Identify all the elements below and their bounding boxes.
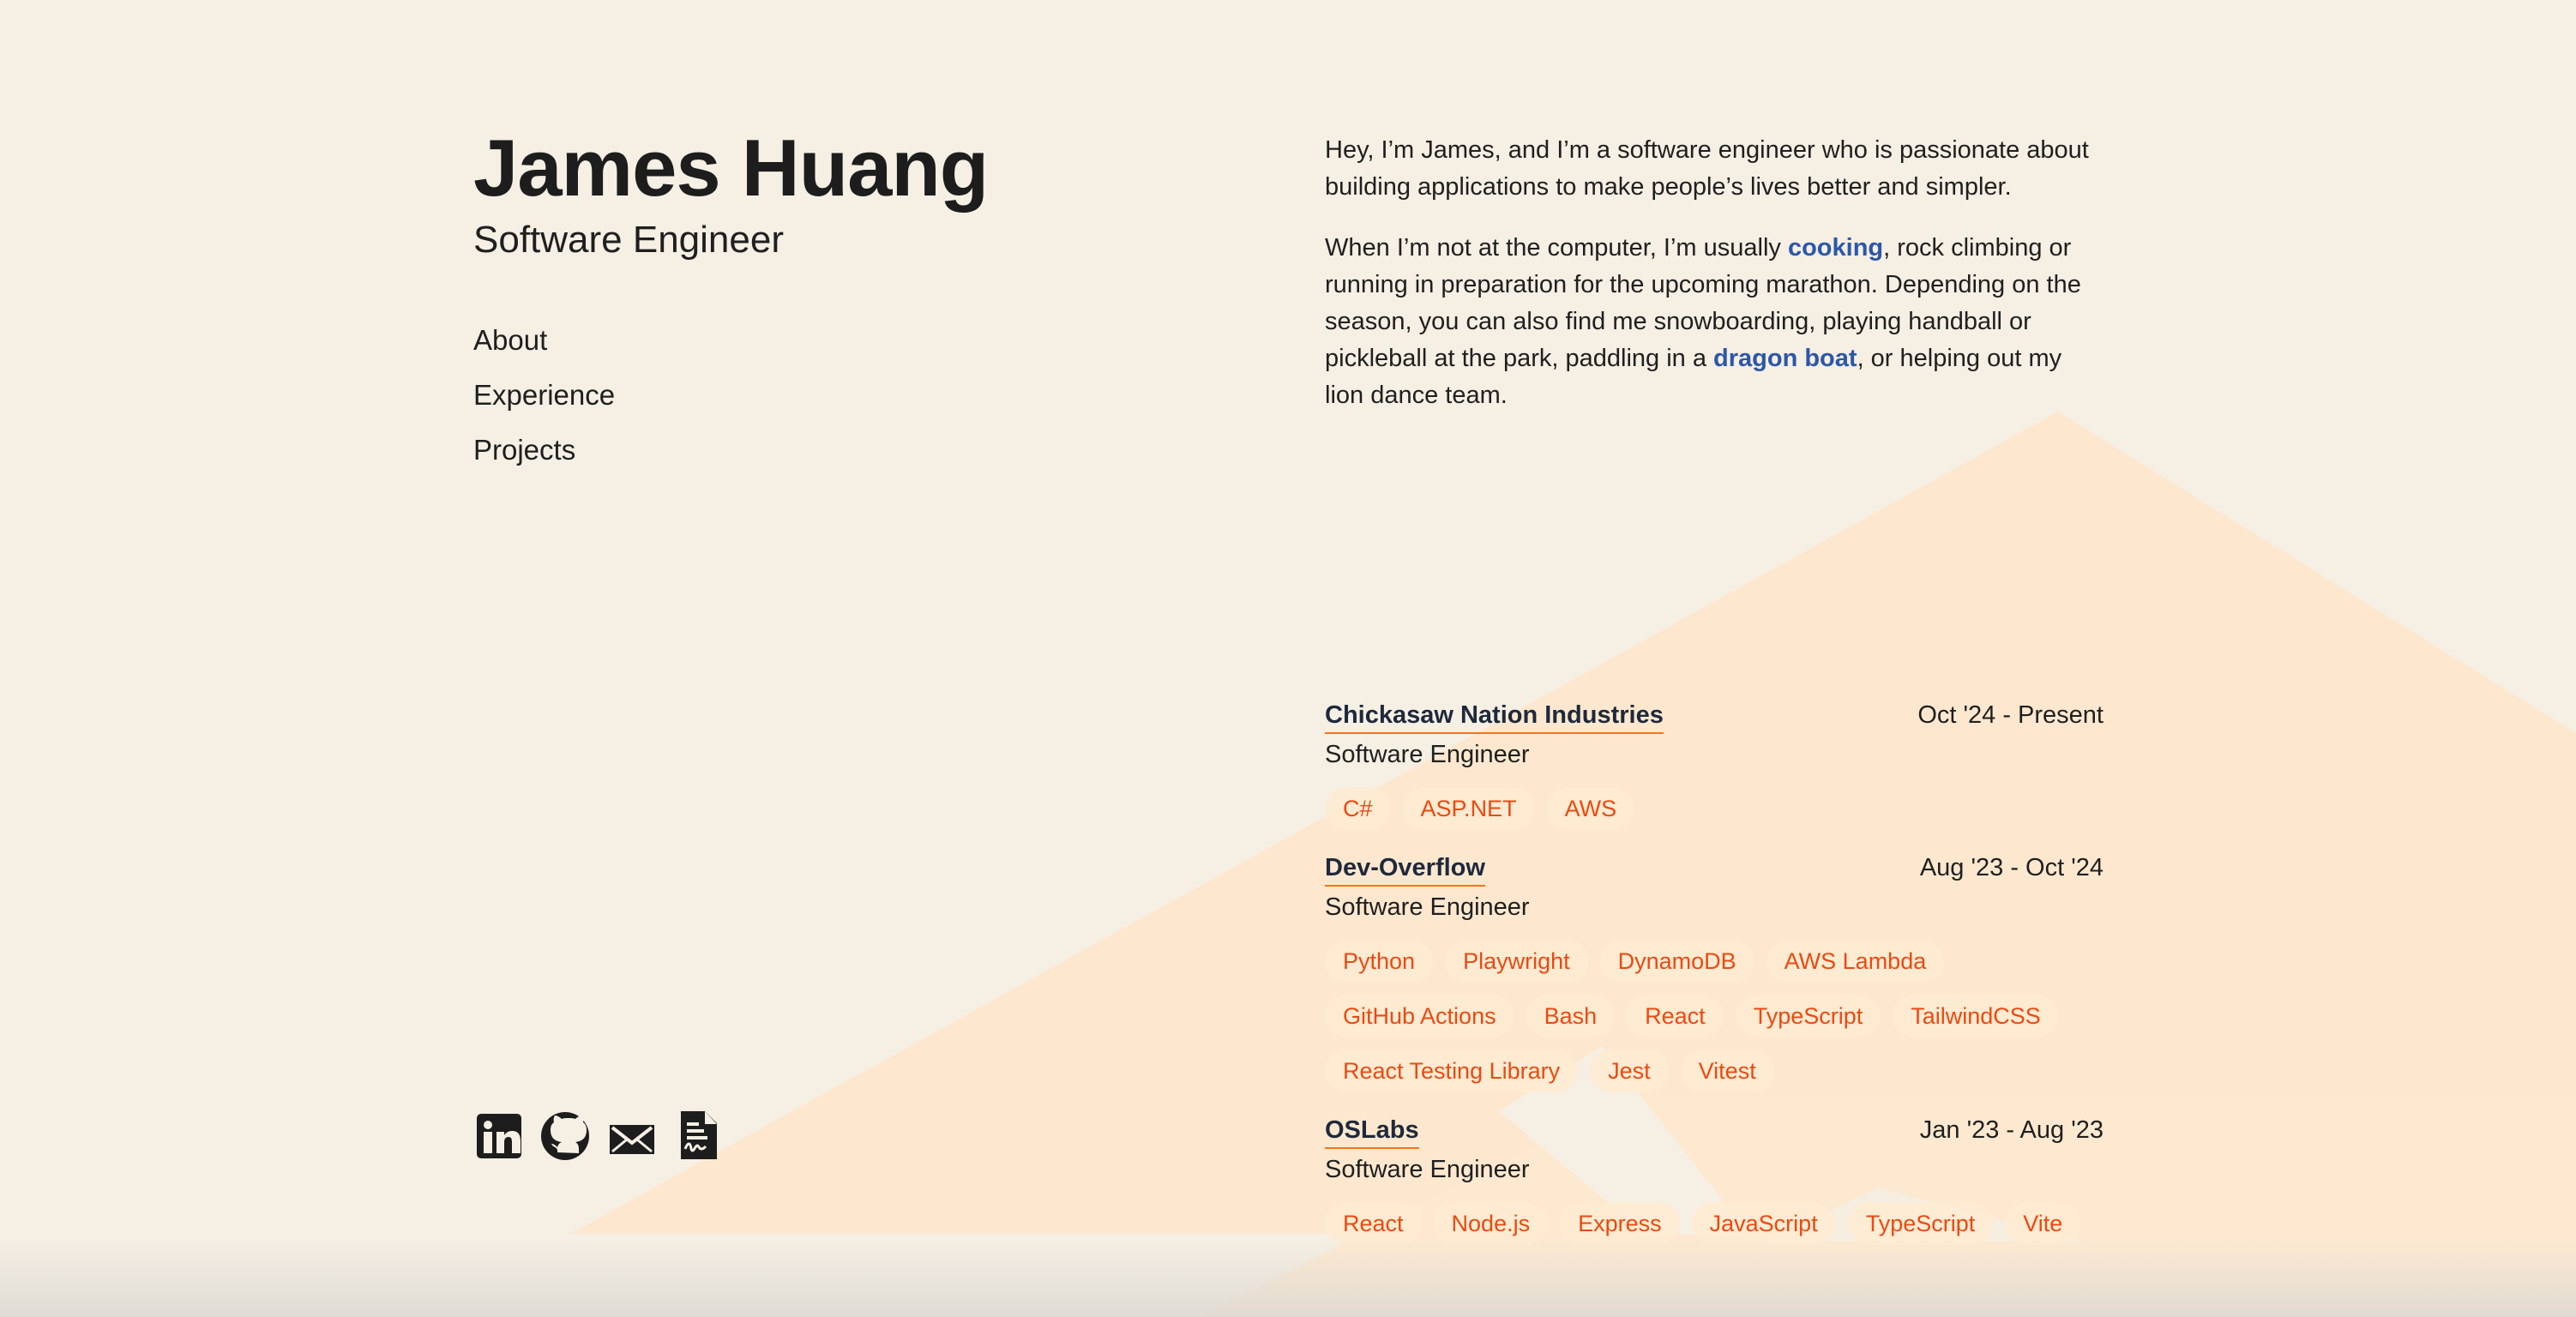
job-title: Software Engineer	[1325, 1156, 1530, 1183]
main-content: Hey, I’m James, and I’m a software engin…	[1325, 132, 2104, 1245]
tech-tag: JavaScript	[1691, 1202, 1836, 1245]
portfolio-page: James Huang Software Engineer About Expe…	[0, 0, 2576, 1317]
profile-name: James Huang	[473, 123, 989, 213]
date-range: Oct '24 - Present	[1917, 701, 2104, 729]
experience-header: Chickasaw Nation Industries Oct '24 - Pr…	[1325, 698, 2104, 734]
github-icon	[541, 1112, 589, 1160]
technology-tags: React Node.js Express JavaScript TypeScr…	[1325, 1202, 2104, 1245]
resume-link[interactable]	[674, 1108, 724, 1163]
linkedin-icon	[477, 1114, 521, 1158]
tech-tag: C#	[1325, 787, 1391, 830]
email-link[interactable]	[607, 1108, 657, 1163]
tech-tag: AWS Lambda	[1766, 940, 1945, 983]
tech-tag: Python	[1325, 940, 1434, 983]
tech-tag: Express	[1560, 1202, 1680, 1245]
tech-tag: DynamoDB	[1599, 940, 1754, 983]
company-link-oslabs[interactable]: OSLabs	[1325, 1113, 1419, 1149]
mail-icon	[610, 1125, 654, 1154]
tech-tag: AWS	[1546, 787, 1635, 830]
company-link-chickasaw[interactable]: Chickasaw Nation Industries	[1325, 698, 1664, 734]
tech-tag: ASP.NET	[1402, 787, 1535, 830]
experience-header: Dev-Overflow Aug '23 - Oct '24	[1325, 851, 2104, 887]
github-link[interactable]	[540, 1108, 590, 1163]
tech-tag: React Testing Library	[1325, 1049, 1579, 1092]
job-title: Software Engineer	[1325, 741, 1530, 768]
tech-tag: Node.js	[1433, 1202, 1549, 1245]
tech-tag: TypeScript	[1847, 1202, 1994, 1245]
experience-header: OSLabs Jan '23 - Aug '23	[1325, 1113, 2104, 1149]
about-hobbies-text-part-1: When I’m not at the computer, I’m usuall…	[1325, 234, 1788, 262]
tech-tag: React	[1627, 995, 1724, 1037]
dragon-boat-link[interactable]: dragon boat	[1713, 345, 1857, 372]
nav-projects-link[interactable]: Projects	[473, 432, 575, 468]
tech-tag: GitHub Actions	[1325, 995, 1514, 1037]
tech-tag: TailwindCSS	[1893, 995, 2059, 1037]
date-range: Aug '23 - Oct '24	[1919, 854, 2104, 881]
about-paragraph-intro: Hey, I’m James, and I’m a software engin…	[1325, 136, 2089, 201]
profile-intro: James Huang Software Engineer About Expe…	[473, 120, 1125, 468]
social-links	[473, 1108, 724, 1163]
tech-tag: TypeScript	[1735, 995, 1881, 1037]
tech-tag: Vite	[2005, 1202, 2081, 1245]
nav-about-link[interactable]: About	[473, 322, 547, 358]
tech-tag: Bash	[1526, 995, 1616, 1037]
tech-tag: Vitest	[1680, 1049, 1774, 1092]
tech-tag: Jest	[1590, 1049, 1669, 1092]
profile-role: Software Engineer	[473, 219, 784, 261]
experience-section: Chickasaw Nation Industries Oct '24 - Pr…	[1325, 698, 2104, 1266]
company-link-dev-overflow[interactable]: Dev-Overflow	[1325, 851, 1485, 887]
experience-item-chickasaw: Chickasaw Nation Industries Oct '24 - Pr…	[1325, 698, 2104, 830]
technology-tags: C# ASP.NET AWS	[1325, 787, 2104, 830]
date-range: Jan '23 - Aug '23	[1919, 1116, 2104, 1144]
tech-tag: Playwright	[1445, 940, 1588, 983]
about-paragraph-hobbies: When I’m not at the computer, I’m usuall…	[1325, 230, 2104, 414]
background-triangles	[570, 412, 2576, 1317]
linkedin-link[interactable]	[473, 1108, 523, 1163]
nav-experience-link[interactable]: Experience	[473, 377, 615, 413]
experience-item-dev-overflow: Dev-Overflow Aug '23 - Oct '24 Software …	[1325, 851, 2104, 1092]
about-section: Hey, I’m James, and I’m a software engin…	[1325, 132, 2104, 414]
experience-item-oslabs: OSLabs Jan '23 - Aug '23 Software Engine…	[1325, 1113, 2104, 1245]
bottom-page-fade	[0, 1238, 2576, 1317]
tech-tag: React	[1325, 1202, 1422, 1245]
cooking-link[interactable]: cooking	[1788, 234, 1883, 262]
resume-file-icon	[681, 1111, 717, 1159]
job-title: Software Engineer	[1325, 893, 1530, 921]
technology-tags: Python Playwright DynamoDB AWS Lambda Gi…	[1325, 940, 2104, 1092]
primary-navigation: About Experience Projects	[473, 322, 1125, 468]
